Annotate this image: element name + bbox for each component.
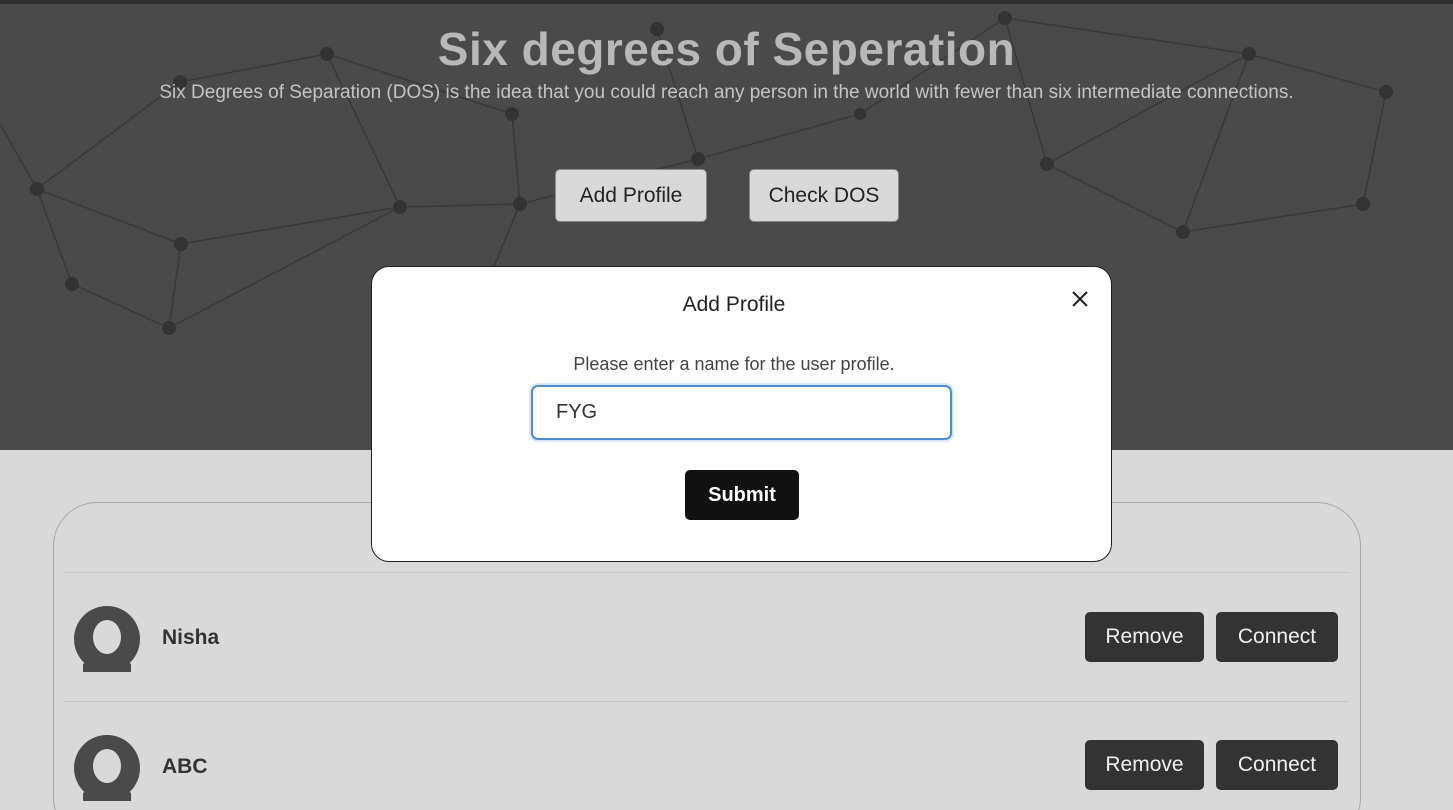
- profile-row: ABC Remove Connect: [64, 702, 1349, 810]
- modal-title: Add Profile: [682, 293, 786, 316]
- page-subtitle: Six Degrees of Separation (DOS) is the i…: [159, 82, 1294, 103]
- check-dos-button[interactable]: Check DOS: [749, 169, 899, 222]
- submit-button[interactable]: Submit: [685, 470, 799, 520]
- profile-name: ABC: [162, 755, 208, 778]
- connect-button[interactable]: Connect: [1216, 740, 1338, 790]
- profile-name: Nisha: [162, 626, 220, 649]
- connect-button[interactable]: Connect: [1216, 612, 1338, 662]
- modal-prompt: Please enter a name for the user profile…: [573, 354, 895, 374]
- close-icon[interactable]: [1066, 285, 1094, 313]
- add-profile-modal: Add Profile Please enter a name for the …: [371, 266, 1112, 562]
- profile-name-input[interactable]: [531, 385, 952, 440]
- add-profile-button[interactable]: Add Profile: [555, 169, 707, 222]
- page-title: Six degrees of Seperation: [437, 23, 1016, 75]
- remove-button[interactable]: Remove: [1085, 740, 1204, 790]
- avatar-icon: [74, 735, 140, 801]
- avatar-icon: [74, 606, 140, 672]
- remove-button[interactable]: Remove: [1085, 612, 1204, 662]
- profile-row: Nisha Remove Connect: [64, 573, 1349, 702]
